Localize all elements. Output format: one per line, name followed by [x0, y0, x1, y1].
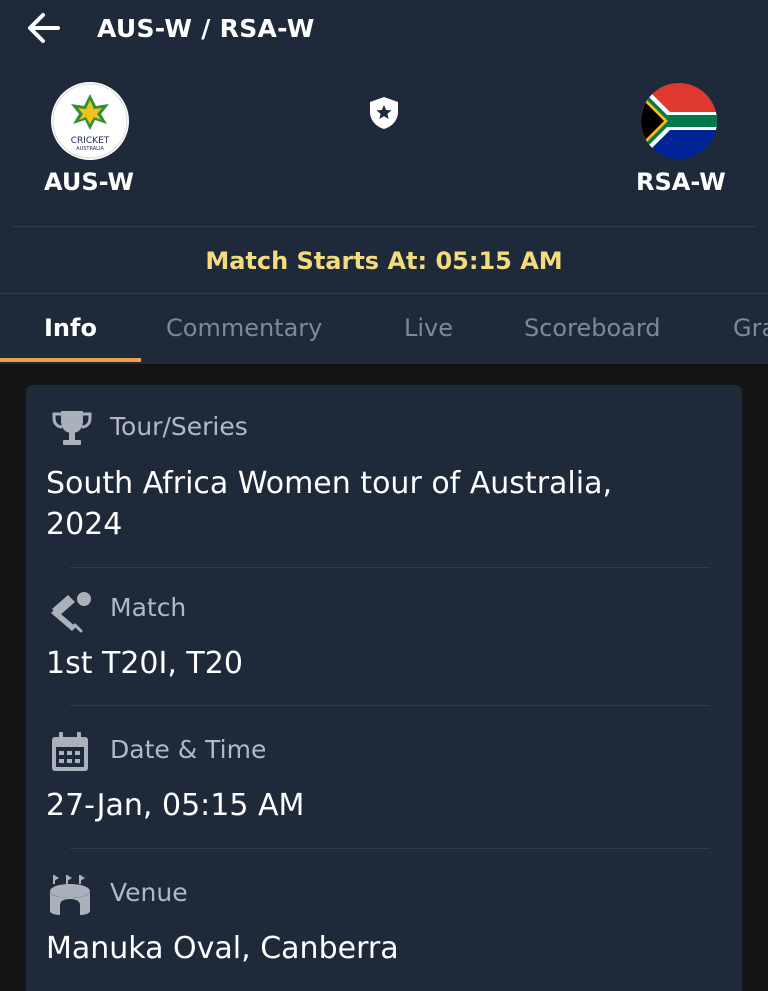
tab-live[interactable]: Live	[404, 314, 453, 342]
back-arrow-icon[interactable]	[24, 10, 64, 46]
team-logo-rsa-w[interactable]	[640, 82, 718, 160]
cricket-bat-ball-icon	[51, 592, 91, 633]
row-divider	[70, 848, 710, 849]
tab-commentary[interactable]: Commentary	[166, 314, 322, 342]
row-divider	[70, 705, 710, 706]
team-name-right: RSA-W	[636, 168, 726, 196]
tab-bar: Info Commentary Live Scoreboard Graph	[0, 294, 768, 364]
match-start-time: Match Starts At: 05:15 AM	[205, 247, 563, 275]
header-divider	[12, 226, 756, 227]
match-info-card: Tour/Series South Africa Women tour of A…	[26, 385, 742, 991]
match-value: 1st T20I, T20	[46, 646, 243, 681]
match-header: AUS-W / RSA-W CRICKET AUSTRALIA AUS-W RS…	[0, 0, 768, 364]
calendar-icon	[52, 732, 88, 771]
tab-info[interactable]: Info	[44, 314, 97, 342]
svg-text:AUSTRALIA: AUSTRALIA	[76, 146, 104, 152]
favorite-shield-star-icon[interactable]	[367, 95, 401, 131]
row-divider	[70, 567, 710, 568]
team-name-left: AUS-W	[44, 168, 134, 196]
series-value: South Africa Women tour of Australia,	[46, 466, 613, 501]
active-tab-indicator	[0, 358, 141, 362]
venue-value: Manuka Oval, Canberra	[46, 931, 399, 966]
team-logo-aus-w[interactable]: CRICKET AUSTRALIA	[51, 82, 129, 160]
svg-text:CRICKET: CRICKET	[71, 136, 110, 146]
series-value-line2: 2024	[46, 507, 123, 542]
south-africa-flag-icon	[641, 83, 717, 159]
stadium-icon	[50, 875, 90, 915]
cricket-australia-logo: CRICKET AUSTRALIA	[52, 83, 128, 159]
venue-label: Venue	[110, 878, 188, 907]
tab-graph[interactable]: Graph	[733, 314, 768, 342]
tab-scoreboard[interactable]: Scoreboard	[524, 314, 661, 342]
series-label: Tour/Series	[110, 412, 248, 441]
trophy-icon	[52, 411, 92, 445]
page-title: AUS-W / RSA-W	[97, 14, 315, 43]
datetime-label: Date & Time	[110, 735, 267, 764]
datetime-value: 27-Jan, 05:15 AM	[46, 788, 305, 823]
match-label: Match	[110, 593, 187, 622]
